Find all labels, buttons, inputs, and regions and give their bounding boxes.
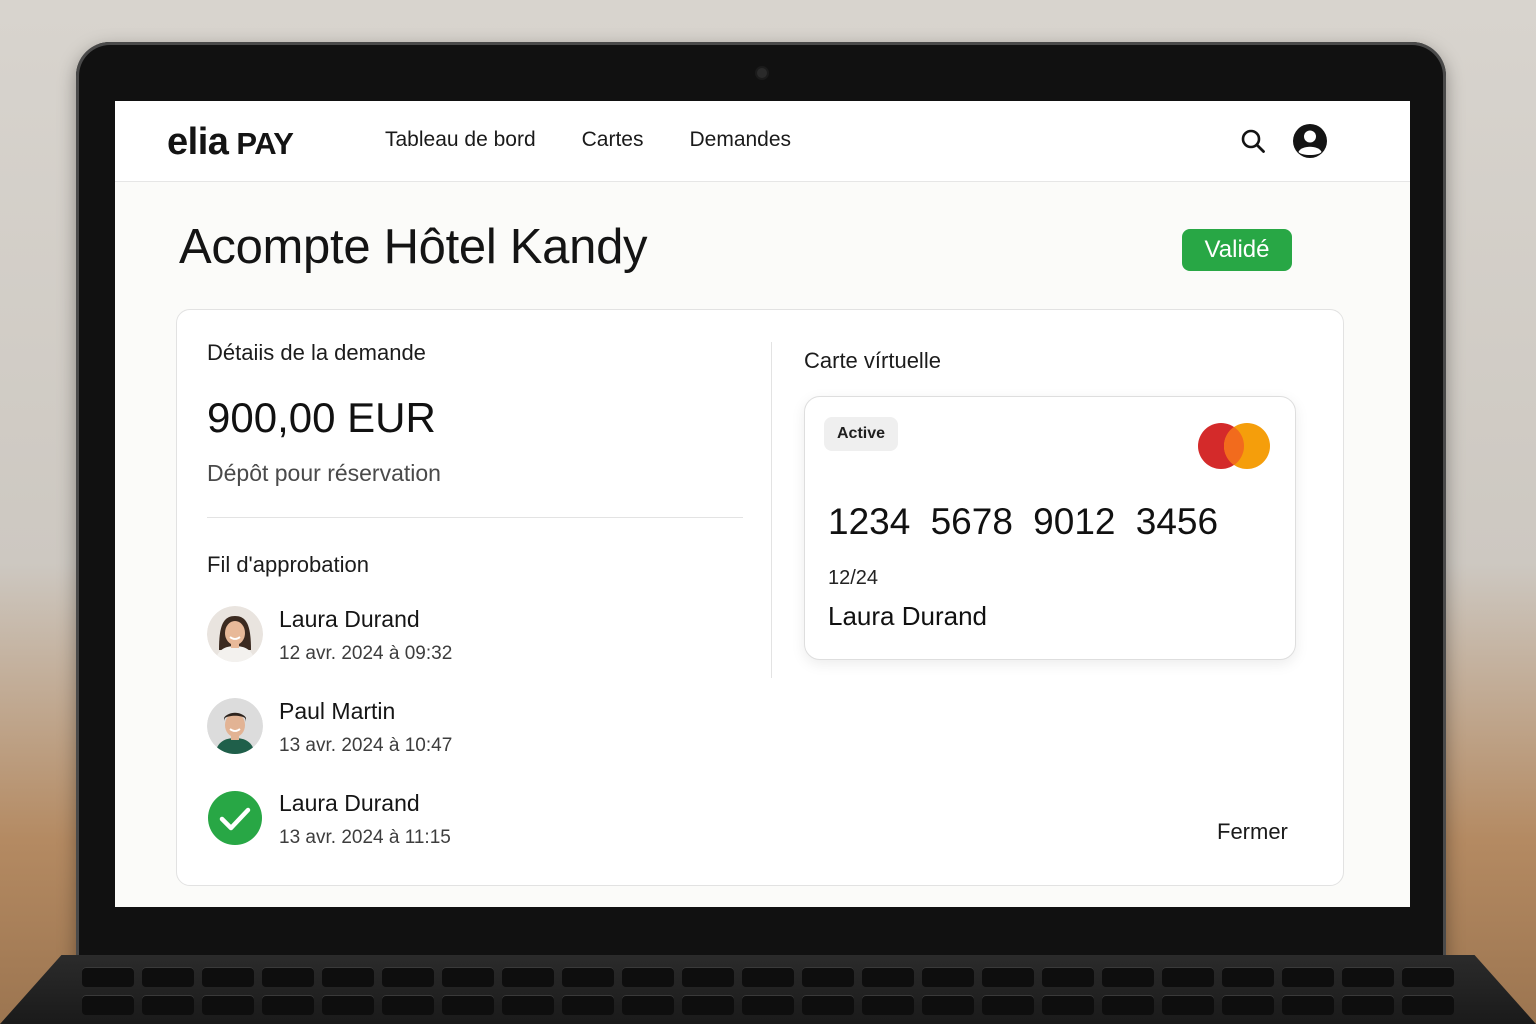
virtual-card-heading: Carte vírtuelle [804,348,941,373]
user-circle-icon[interactable] [1292,123,1328,159]
request-amount: 900,00 EUR [207,394,436,441]
logo-suffix: PAY [236,126,294,161]
approver-name: Laura Durand [279,790,420,816]
search-icon[interactable] [1239,127,1267,155]
main-nav: Tableau de bord Cartes Demandes [385,128,791,152]
request-description: Dépôt pour réservation [207,460,441,486]
mastercard-logo [1197,421,1271,471]
card-holder-name: Laura Durand [828,601,987,631]
approver-name: Laura Durand [279,606,420,632]
approval-timestamp: 12 avr. 2024 à 09:32 [279,643,453,664]
check-circle-icon [207,790,263,846]
card-number: 1234 5678 9012 3456 [828,501,1219,542]
keyboard [0,955,1536,1024]
nav-item-dashboard[interactable]: Tableau de bord [385,128,536,152]
key-row [60,995,1476,1017]
approval-heading: Fil d'approbation [207,552,369,577]
column-divider [771,342,772,678]
nav-item-cards[interactable]: Cartes [582,128,644,152]
approver-name: Paul Martin [279,698,396,724]
avatar [207,606,263,662]
nav-item-requests[interactable]: Demandes [689,128,791,152]
approval-item: Paul Martin 13 avr. 2024 à 10:47 [207,698,627,758]
avatar [207,698,263,754]
approval-item: Laura Durand 12 avr. 2024 à 09:32 [207,606,627,666]
status-badge: Validé [1182,229,1292,271]
logo-wordmark: elia [167,121,229,163]
page-title: Acompte Hôtel Kandy [179,220,648,274]
key-row [60,967,1476,989]
details-heading: Détaiis de la demande [207,340,426,365]
webcam [757,68,767,78]
virtual-card[interactable]: Active 1234 5678 9012 3456 12/24 Laura D… [804,396,1296,660]
approval-timestamp: 13 avr. 2024 à 10:47 [279,735,453,756]
card-expiry: 12/24 [828,567,879,589]
approval-timestamp: 13 avr. 2024 à 11:15 [279,827,451,848]
approval-item: Laura Durand 13 avr. 2024 à 11:15 [207,790,627,850]
close-button[interactable]: Fermer [1217,819,1288,845]
request-details-card: Détaiis de la demande 900,00 EUR Dépôt p… [176,309,1344,886]
top-navigation-bar: elia PAY Tableau de bord Cartes Demandes [115,101,1410,182]
app-logo[interactable]: elia PAY [167,121,294,164]
card-state-badge: Active [824,417,899,451]
section-divider [207,517,743,518]
app-screen: elia PAY Tableau de bord Cartes Demandes … [115,101,1410,907]
